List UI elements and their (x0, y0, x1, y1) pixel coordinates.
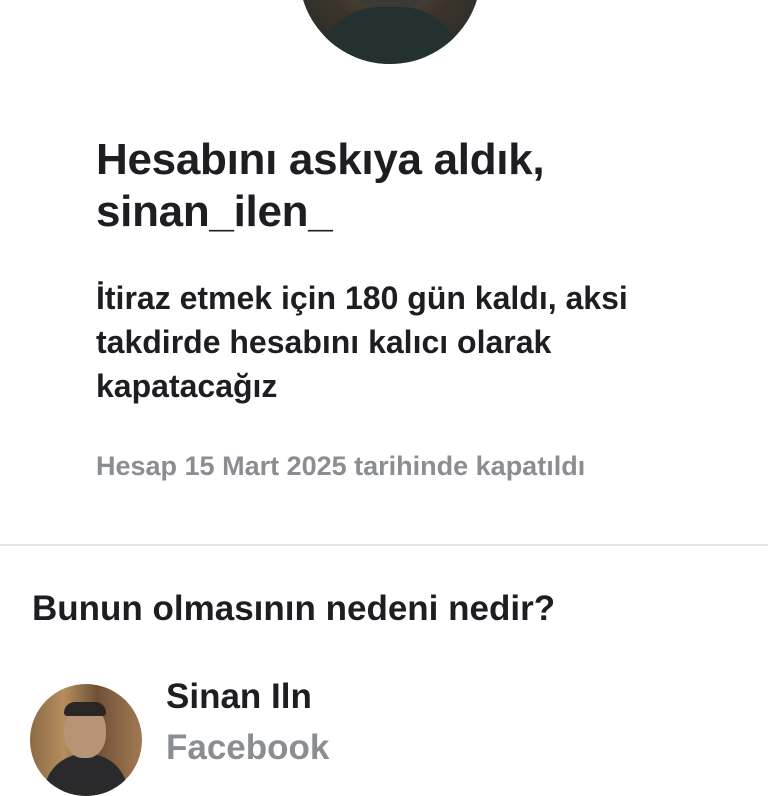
account-avatar[interactable] (30, 684, 142, 796)
avatar-shirt (319, 7, 461, 64)
profile-avatar (299, 0, 481, 64)
suspension-title: Hesabını askıya aldık, sinan_ilen_ (96, 135, 545, 236)
linked-account-platform: Facebook (166, 728, 330, 767)
linked-account-name[interactable]: Sinan Iln (166, 676, 312, 718)
reason-section-title: Bunun olmasının nedeni nedir? (32, 589, 556, 628)
avatar-body (44, 754, 128, 796)
account-closed-date: Hesap 15 Mart 2025 tarihinde kapatıldı (96, 451, 586, 481)
appeal-deadline-text: İtiraz etmek için 180 gün kaldı, aksi ta… (96, 280, 628, 404)
avatar-hair (64, 702, 106, 716)
section-divider (0, 544, 768, 546)
